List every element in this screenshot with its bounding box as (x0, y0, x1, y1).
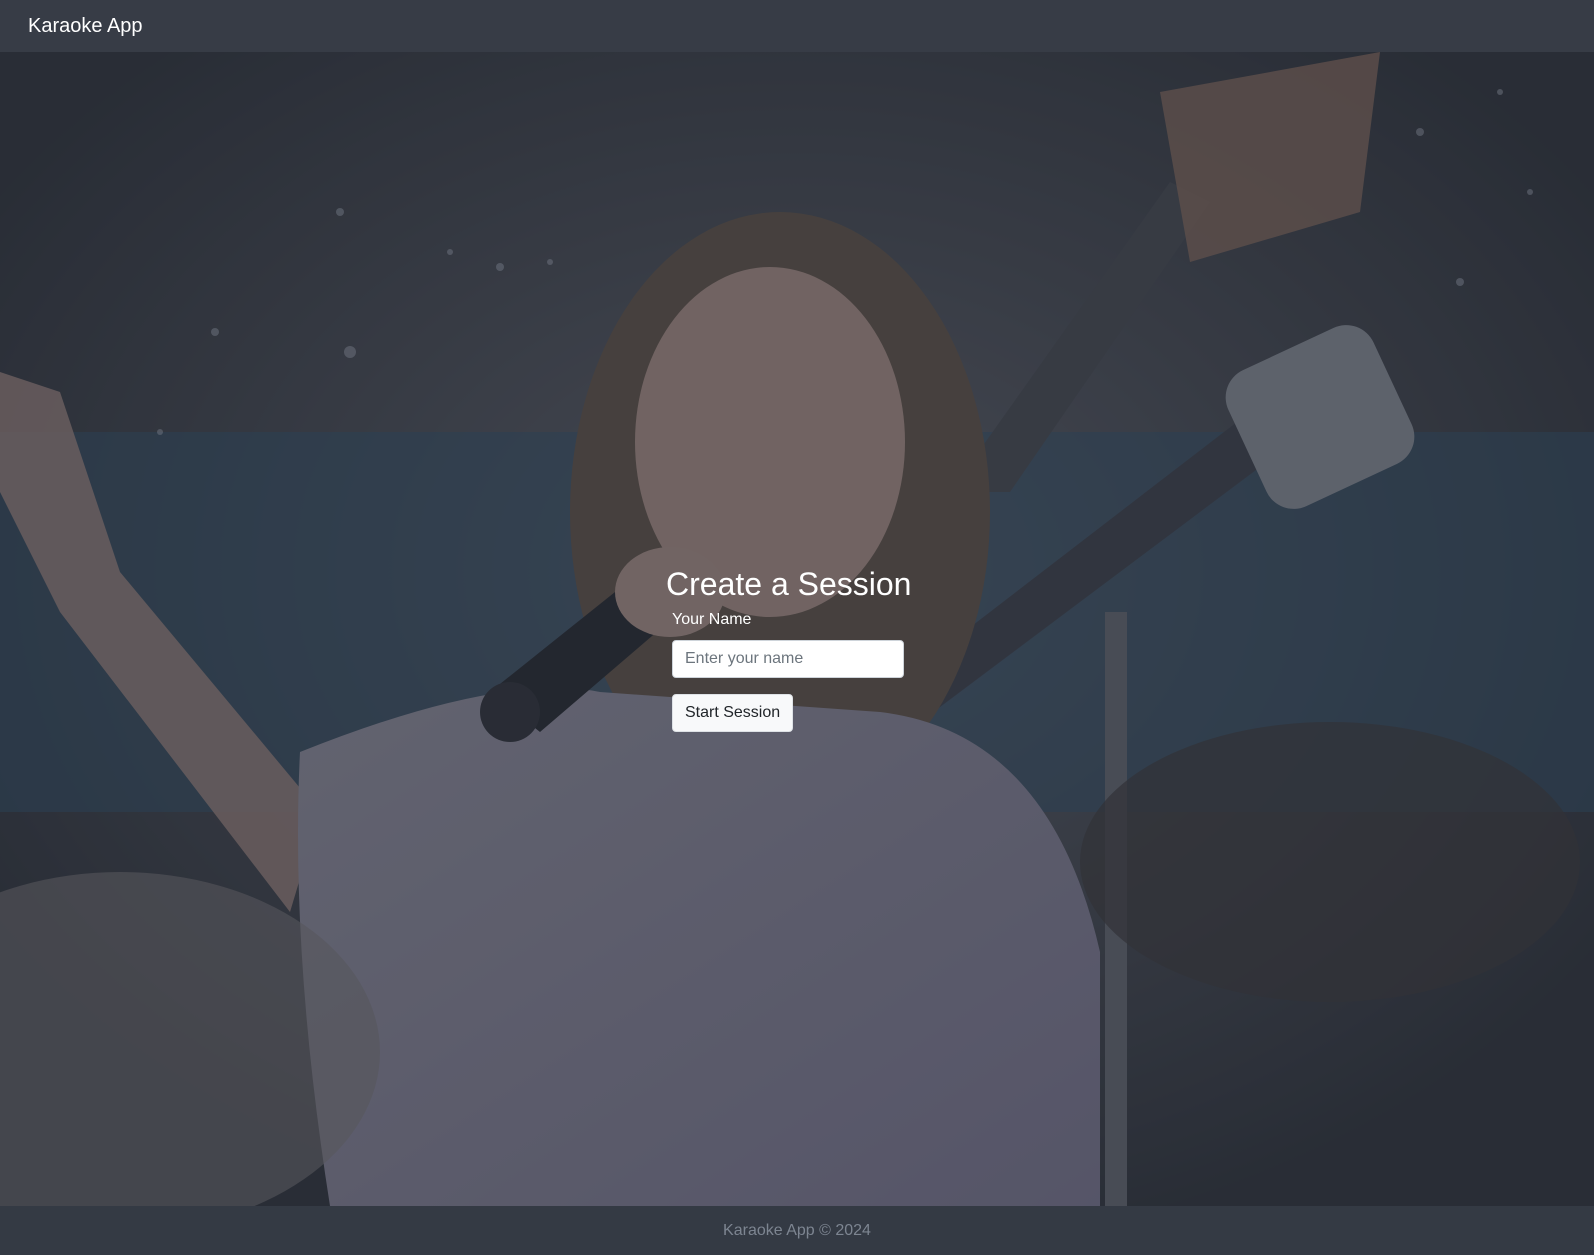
your-name-label: Your Name (672, 611, 752, 628)
navbar: Karaoke App (0, 0, 1594, 52)
brand-link[interactable]: Karaoke App (28, 15, 143, 38)
footer: Karaoke App © 2024 (0, 1206, 1594, 1255)
name-input[interactable] (672, 640, 904, 678)
start-session-button[interactable]: Start Session (672, 694, 794, 732)
footer-copyright: Karaoke App © 2024 (723, 1221, 871, 1239)
session-title: Create a Session (666, 566, 912, 602)
create-session-form: Create a Session Your Name Start Session (666, 564, 922, 732)
hero-section: Create a Session Your Name Start Session (0, 52, 1594, 1206)
